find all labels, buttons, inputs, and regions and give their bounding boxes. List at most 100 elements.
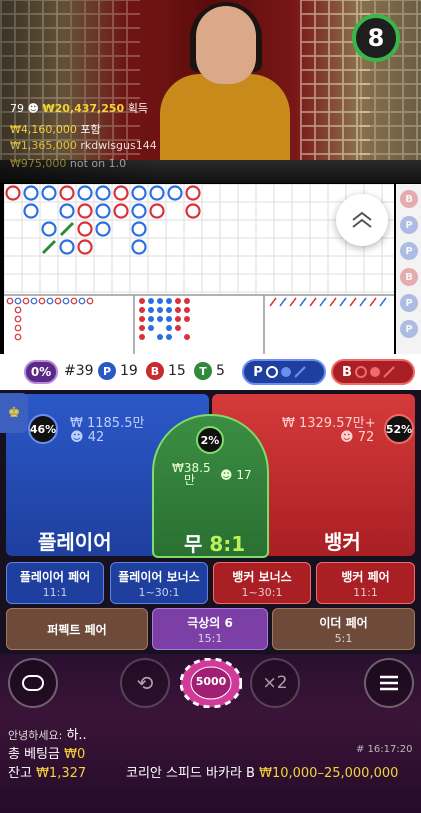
player-pair-bet[interactable]: 플레이어 페어 11:1: [6, 562, 104, 604]
big-eye-mark: [14, 315, 22, 323]
table-info: 코리안 스피드 바카라 B ₩10,000–25,000,000: [126, 762, 398, 781]
cockroach-mark: [329, 297, 337, 307]
small-road-mark: [157, 307, 163, 313]
roadmap-banker-mark: [185, 203, 201, 219]
undo-button[interactable]: ⟲: [120, 658, 170, 708]
cockroach-mark: [369, 297, 377, 307]
trophy-icon: ♚: [7, 405, 21, 421]
tie-label-text: 무: [184, 532, 203, 556]
side-bet-label: 뱅커 페어: [341, 569, 390, 584]
side-dot: P: [400, 320, 418, 338]
winner-amount: ₩1,365,000: [10, 139, 77, 152]
chip-value: 5000: [195, 675, 227, 688]
total-bet: 총 베팅금 ₩0: [8, 743, 85, 762]
player-count: 19: [120, 363, 138, 379]
cockroach-mark: [289, 297, 297, 307]
big-eye-mark: [14, 297, 22, 305]
either-pair-bet[interactable]: 이더 페어 5:1: [272, 608, 415, 650]
small-road-mark: [166, 298, 172, 304]
menu-button[interactable]: [364, 658, 414, 708]
banker-pair-bet[interactable]: 뱅커 페어 11:1: [316, 562, 415, 604]
total-bet-label: 총 베팅금: [8, 747, 60, 762]
chat-user: 안녕하세요:: [8, 729, 63, 742]
roadmap-player-mark: [149, 185, 165, 201]
cockroach-mark: [309, 297, 317, 307]
trophy-button[interactable]: ♚: [0, 393, 28, 433]
chat-button[interactable]: [8, 658, 58, 708]
balance: 잔고 ₩1,327: [8, 762, 86, 781]
tie-badge: T: [194, 362, 212, 380]
perfect-pair-bet[interactable]: 퍼펙트 페어: [6, 608, 148, 650]
player-label: 플레이어: [38, 530, 112, 554]
collapse-roadmap-button[interactable]: [336, 194, 388, 246]
table-limits: ₩10,000–25,000,000: [259, 766, 399, 781]
side-bet-label: 이더 페어: [319, 615, 368, 630]
big-eye-mark: [22, 297, 30, 305]
player-ask-button[interactable]: P: [242, 359, 326, 385]
balance-value: ₩1,327: [36, 766, 87, 781]
roadmap-side-preview: B P P B P P: [396, 184, 421, 354]
winners-overlay: [0, 0, 160, 183]
roadmap-board: [4, 184, 394, 354]
tie-bet-amount: ₩38.5 만: [172, 462, 211, 486]
roadmap-tie-mark: [41, 239, 57, 255]
small-road-mark: [139, 334, 145, 340]
side-dot: P: [400, 294, 418, 312]
double-button[interactable]: ×2: [250, 658, 300, 708]
tie-bet-spot[interactable]: 2% ₩38.5 만 ☻ 17 무 8:1: [152, 414, 269, 558]
big-eye-mark: [86, 297, 94, 305]
banker-ask-letter: B: [342, 364, 352, 380]
tie-amount-unit: 만: [184, 473, 196, 487]
small-road-mark: [166, 307, 172, 313]
winner-name: not on 1.0: [69, 157, 127, 170]
user-icon: ☻: [27, 102, 39, 115]
side-dot: P: [400, 242, 418, 260]
player-bonus-bet[interactable]: 플레이어 보너스 1~30:1: [110, 562, 208, 604]
cockroach-mark: [339, 297, 347, 307]
banker-users: ☻ 72: [340, 430, 374, 445]
small-road-mark: [175, 298, 181, 304]
roadmap-banker-mark: [5, 185, 21, 201]
big-eye-mark: [6, 297, 14, 305]
cockroach-mark: [279, 297, 287, 307]
tie-payout: 8:1: [209, 532, 246, 556]
big-eye-mark: [14, 333, 22, 341]
tie-count: 5: [216, 363, 225, 379]
chat-text: 하..: [66, 728, 87, 743]
undo-icon: ⟲: [136, 671, 154, 695]
dealer-face: [196, 6, 256, 84]
roadmap-banker-mark: [113, 203, 129, 219]
tie-label: 무 8:1: [184, 528, 245, 557]
winner-row: ₩975,000 not on 1.0: [10, 157, 126, 170]
roadmap-banker-mark: [77, 221, 93, 237]
roadmap-player-mark: [59, 239, 75, 255]
round-number: #39: [64, 363, 94, 379]
side-bet-payout: 1~30:1: [138, 585, 180, 599]
roadmap-player-mark: [41, 221, 57, 237]
banker-bet-amount: ₩ 1329.57만+: [282, 416, 376, 431]
player-percent: 46%: [28, 414, 58, 444]
super-six-bet[interactable]: 극상의 6 15:1: [152, 608, 268, 650]
banker-ask-button[interactable]: B: [331, 359, 415, 385]
chat-icon: [22, 675, 44, 691]
small-road-mark: [166, 325, 172, 331]
small-road-mark: [166, 334, 172, 340]
small-road-mark: [148, 316, 154, 322]
roadmap-player-mark: [23, 203, 39, 219]
big-eye-mark: [54, 297, 62, 305]
roadmap-player-mark: [95, 185, 111, 201]
small-road-mark: [157, 334, 163, 340]
total-bet-value: ₩0: [64, 747, 86, 762]
player-ask-letter: P: [253, 364, 263, 380]
tie-users-count: 17: [236, 468, 252, 482]
banker-bonus-bet[interactable]: 뱅커 보너스 1~30:1: [213, 562, 311, 604]
win-percent-badge: 0%: [24, 360, 58, 384]
player-users: ☻ 42: [70, 430, 104, 445]
total-won: ₩20,437,250: [42, 102, 125, 115]
small-road-mark: [139, 325, 145, 331]
roadmap-banker-mark: [185, 185, 201, 201]
small-road-mark: [166, 316, 172, 322]
countdown-timer: 8: [352, 14, 400, 62]
user-icon: ☻: [70, 430, 84, 445]
side-bet-payout: 1~30:1: [241, 585, 283, 599]
